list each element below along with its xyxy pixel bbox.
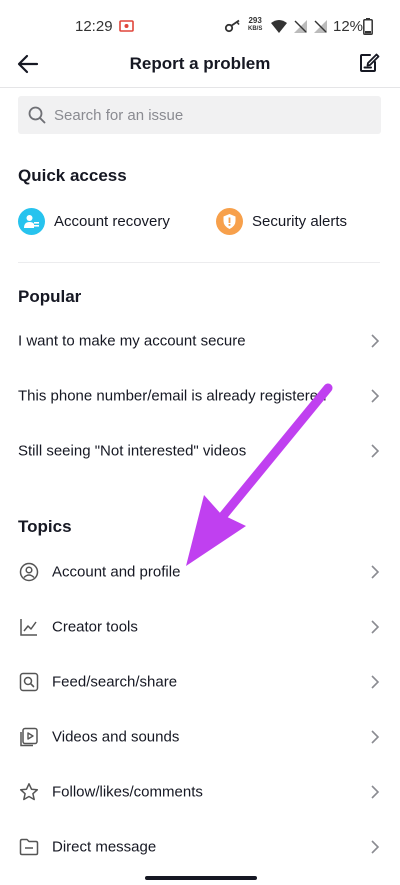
topic-item-label: Videos and sounds bbox=[52, 728, 180, 745]
user-circle-icon bbox=[19, 562, 39, 581]
topic-item-direct-message[interactable]: Direct message bbox=[0, 819, 400, 874]
popular-item[interactable]: I want to make my account secure bbox=[0, 313, 400, 368]
account-recovery-icon bbox=[18, 207, 45, 235]
topic-item-creator-tools[interactable]: Creator tools bbox=[0, 599, 400, 654]
chevron-right-icon bbox=[371, 388, 380, 403]
topic-item-label: Follow/likes/comments bbox=[52, 783, 203, 800]
star-icon bbox=[19, 782, 39, 800]
search-input[interactable] bbox=[54, 96, 374, 134]
status-time: 12:29 bbox=[75, 18, 113, 35]
battery-icon bbox=[363, 18, 373, 35]
popular-title: Popular bbox=[18, 287, 82, 306]
popular-item[interactable]: This phone number/email is already regis… bbox=[0, 368, 400, 423]
topic-item-account-and-profile[interactable]: Account and profile bbox=[0, 544, 400, 599]
battery-percentage: 12% bbox=[333, 18, 364, 35]
network-speed-unit: KB/S bbox=[248, 26, 263, 32]
video-icon bbox=[20, 727, 38, 746]
topic-item-feed-search-share[interactable]: Feed/search/share bbox=[0, 654, 400, 709]
topic-item-label: Creator tools bbox=[52, 618, 138, 635]
no-signal-icon bbox=[314, 20, 327, 33]
home-indicator[interactable] bbox=[145, 876, 257, 880]
section-divider bbox=[18, 262, 380, 263]
topic-item-label: Account and profile bbox=[52, 563, 181, 580]
chevron-right-icon bbox=[371, 674, 380, 689]
topics-title: Topics bbox=[18, 517, 72, 536]
quick-access-label: Account recovery bbox=[54, 212, 170, 230]
no-signal-icon bbox=[294, 20, 307, 33]
search-square-icon bbox=[19, 672, 39, 691]
topic-item-videos-and-sounds[interactable]: Videos and sounds bbox=[0, 709, 400, 764]
popular-item-label: I want to make my account secure bbox=[18, 332, 246, 349]
chevron-right-icon bbox=[371, 839, 380, 854]
topic-item-label: Feed/search/share bbox=[52, 673, 178, 690]
popular-item[interactable]: Still seeing "Not interested" videos bbox=[0, 423, 400, 478]
quick-access-label: Security alerts bbox=[252, 212, 348, 230]
topic-item-follow-likes-comments[interactable]: Follow/likes/comments bbox=[0, 764, 400, 819]
top-app-bar: Report a problem bbox=[0, 44, 400, 86]
wifi-icon bbox=[271, 20, 287, 33]
chevron-right-icon bbox=[371, 729, 380, 744]
shield-icon bbox=[216, 207, 243, 235]
search-bar[interactable] bbox=[18, 96, 381, 134]
popular-item-label: This phone number/email is already regis… bbox=[18, 387, 327, 404]
feedback-edit-icon[interactable] bbox=[358, 52, 380, 74]
chevron-right-icon bbox=[371, 333, 380, 348]
network-speed-value: 293 bbox=[248, 16, 262, 25]
quick-access-security-alerts[interactable]: Security alerts bbox=[216, 206, 347, 236]
network-speed: 293 KB/S bbox=[248, 17, 262, 33]
vpn-key-icon bbox=[224, 19, 240, 33]
message-folder-icon bbox=[19, 838, 39, 855]
header-divider bbox=[0, 87, 400, 88]
popular-item-label: Still seeing "Not interested" videos bbox=[18, 442, 247, 459]
line-chart-icon bbox=[20, 618, 37, 636]
chevron-right-icon bbox=[371, 784, 380, 799]
quick-access-title: Quick access bbox=[18, 166, 127, 185]
screen-record-icon bbox=[119, 20, 134, 32]
page-title: Report a problem bbox=[129, 54, 271, 73]
chevron-right-icon bbox=[371, 619, 380, 634]
status-bar: 12:29 293 KB/S 12% bbox=[0, 0, 400, 44]
chevron-right-icon bbox=[371, 564, 380, 579]
search-icon bbox=[28, 106, 46, 124]
quick-access-account-recovery[interactable]: Account recovery bbox=[18, 206, 170, 236]
chevron-right-icon bbox=[371, 443, 380, 458]
topic-item-label: Direct message bbox=[52, 838, 157, 855]
